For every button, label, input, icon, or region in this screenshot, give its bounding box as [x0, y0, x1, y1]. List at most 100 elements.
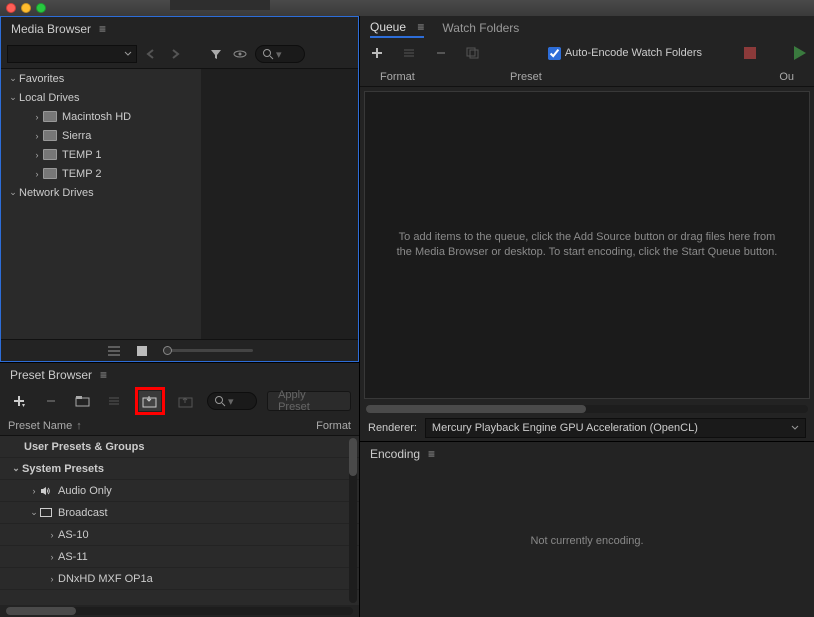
media-browser-panel: Media Browser ≡ — [0, 16, 359, 362]
tree-drive-item[interactable]: › Sierra — [1, 126, 201, 145]
start-queue-button[interactable] — [794, 46, 806, 60]
preset-columns-header: Preset Name ↑ Format — [0, 416, 359, 436]
minimize-window-button[interactable] — [21, 3, 31, 13]
remove-preset-button[interactable] — [40, 391, 62, 411]
queue-empty-message: To add items to the queue, click the Add… — [395, 230, 779, 261]
chevron-down-icon: ⌄ — [10, 463, 22, 474]
chevron-down-icon: ⌄ — [7, 73, 19, 84]
chevron-down-icon — [124, 50, 132, 58]
preset-browser-header: Preset Browser ≡ — [0, 363, 359, 386]
ingest-icon[interactable] — [231, 45, 249, 63]
preset-group-user[interactable]: User Presets & Groups — [0, 436, 359, 458]
add-source-button[interactable] — [368, 44, 386, 62]
preset-category-audio[interactable]: › Audio Only — [0, 480, 359, 502]
preset-browser-panel: Preset Browser ≡ ▾ — [0, 362, 359, 617]
tab-watch-folders[interactable]: Watch Folders — [442, 19, 519, 37]
add-output-button[interactable] — [400, 44, 418, 62]
encoding-panel: Encoding ≡ Not currently encoding. — [360, 442, 814, 617]
tree-drive-item[interactable]: › TEMP 1 — [1, 145, 201, 164]
panel-menu-icon[interactable]: ≡ — [428, 447, 435, 461]
zoom-slider-knob[interactable] — [163, 346, 172, 355]
chevron-down-icon: ⌄ — [7, 187, 19, 198]
preset-settings-button[interactable] — [104, 391, 126, 411]
chevron-down-icon: ⌄ — [28, 507, 40, 518]
preset-item[interactable]: › AS-11 — [0, 546, 359, 568]
encoding-status-area: Not currently encoding. — [360, 465, 814, 617]
list-view-button[interactable] — [107, 344, 121, 358]
auto-encode-input[interactable] — [548, 47, 561, 60]
tab-queue[interactable]: Queue ≡ — [370, 18, 424, 38]
search-icon — [262, 48, 274, 60]
apply-preset-button[interactable]: Apply Preset — [267, 391, 351, 411]
drive-icon — [43, 130, 57, 141]
duplicate-button[interactable] — [464, 44, 482, 62]
queue-columns-header: Format Preset Ou — [360, 67, 814, 87]
tree-local-drives[interactable]: ⌄ Local Drives — [1, 88, 201, 107]
nav-back-button[interactable] — [143, 45, 161, 63]
panel-menu-icon[interactable]: ≡ — [100, 368, 107, 382]
encoding-header: Encoding ≡ — [360, 442, 814, 465]
drive-icon — [43, 168, 57, 179]
scrollbar-thumb[interactable] — [349, 438, 357, 476]
preset-browser-title: Preset Browser — [10, 368, 92, 382]
add-preset-button[interactable]: ▾ — [8, 391, 30, 411]
chevron-right-icon: › — [31, 150, 43, 160]
queue-panel: Queue ≡ Watch Folders — [360, 16, 814, 442]
stop-queue-button[interactable] — [744, 47, 756, 59]
chevron-right-icon: › — [46, 552, 58, 562]
zoom-window-button[interactable] — [36, 3, 46, 13]
horizontal-scrollbar[interactable] — [360, 403, 814, 415]
media-search-input[interactable]: ▾ — [255, 45, 305, 63]
speaker-icon — [40, 486, 52, 496]
remove-button[interactable] — [432, 44, 450, 62]
renderer-dropdown[interactable]: Mercury Playback Engine GPU Acceleration… — [425, 418, 806, 438]
queue-drop-area[interactable]: To add items to the queue, click the Add… — [364, 91, 810, 399]
auto-encode-checkbox[interactable]: Auto-Encode Watch Folders — [548, 47, 702, 60]
preset-item[interactable]: › DNxHD MXF OP1a — [0, 568, 359, 590]
chevron-right-icon: › — [31, 131, 43, 141]
tree-favorites[interactable]: ⌄ Favorites — [1, 69, 201, 88]
horizontal-scrollbar[interactable] — [0, 605, 359, 617]
zoom-slider[interactable] — [163, 349, 253, 352]
export-preset-button[interactable] — [175, 391, 197, 411]
filter-icon[interactable] — [207, 45, 225, 63]
highlighted-import-button — [135, 387, 165, 415]
panel-menu-icon[interactable]: ≡ — [99, 22, 106, 36]
new-group-button[interactable] — [72, 391, 94, 411]
media-type-dropdown[interactable] — [7, 45, 137, 63]
preset-search-input[interactable]: ▾ — [207, 392, 257, 410]
chevron-right-icon: › — [28, 486, 40, 496]
tree-network-drives[interactable]: ⌄ Network Drives — [1, 183, 201, 202]
chevron-right-icon: › — [31, 169, 43, 179]
tree-drive-item[interactable]: › TEMP 2 — [1, 164, 201, 183]
preset-item[interactable]: › AS-10 — [0, 524, 359, 546]
col-output[interactable]: Ou — [779, 71, 794, 83]
close-window-button[interactable] — [6, 3, 16, 13]
col-format[interactable]: Format — [316, 420, 351, 432]
preset-list: User Presets & Groups ⌄ System Presets ›… — [0, 436, 359, 605]
scrollbar-thumb[interactable] — [366, 405, 586, 413]
tree-drive-item[interactable]: › Macintosh HD — [1, 107, 201, 126]
window-titlebar — [0, 0, 814, 16]
panel-menu-icon[interactable]: ≡ — [417, 20, 424, 34]
col-preset[interactable]: Preset — [510, 71, 779, 83]
preset-group-system[interactable]: ⌄ System Presets — [0, 458, 359, 480]
media-tree: ⌄ Favorites ⌄ Local Drives › Macintosh H… — [1, 69, 201, 339]
preset-category-broadcast[interactable]: ⌄ Broadcast — [0, 502, 359, 524]
media-browser-title: Media Browser — [11, 22, 91, 36]
col-format[interactable]: Format — [380, 71, 510, 83]
thumbnail-view-button[interactable] — [135, 344, 149, 358]
encoding-status-message: Not currently encoding. — [530, 535, 643, 547]
col-preset-name[interactable]: Preset Name — [8, 420, 72, 432]
scrollbar-thumb[interactable] — [6, 607, 76, 615]
chevron-down-icon — [791, 424, 799, 432]
renderer-label: Renderer: — [368, 422, 417, 434]
window-tab-strip — [170, 0, 270, 10]
svg-text:▾: ▾ — [22, 403, 25, 408]
media-content-area[interactable] — [201, 69, 358, 339]
drive-icon — [43, 149, 57, 160]
nav-forward-button[interactable] — [167, 45, 185, 63]
media-browser-header: Media Browser ≡ — [1, 17, 358, 40]
chevron-right-icon: › — [31, 112, 43, 122]
import-preset-button[interactable] — [139, 391, 161, 411]
